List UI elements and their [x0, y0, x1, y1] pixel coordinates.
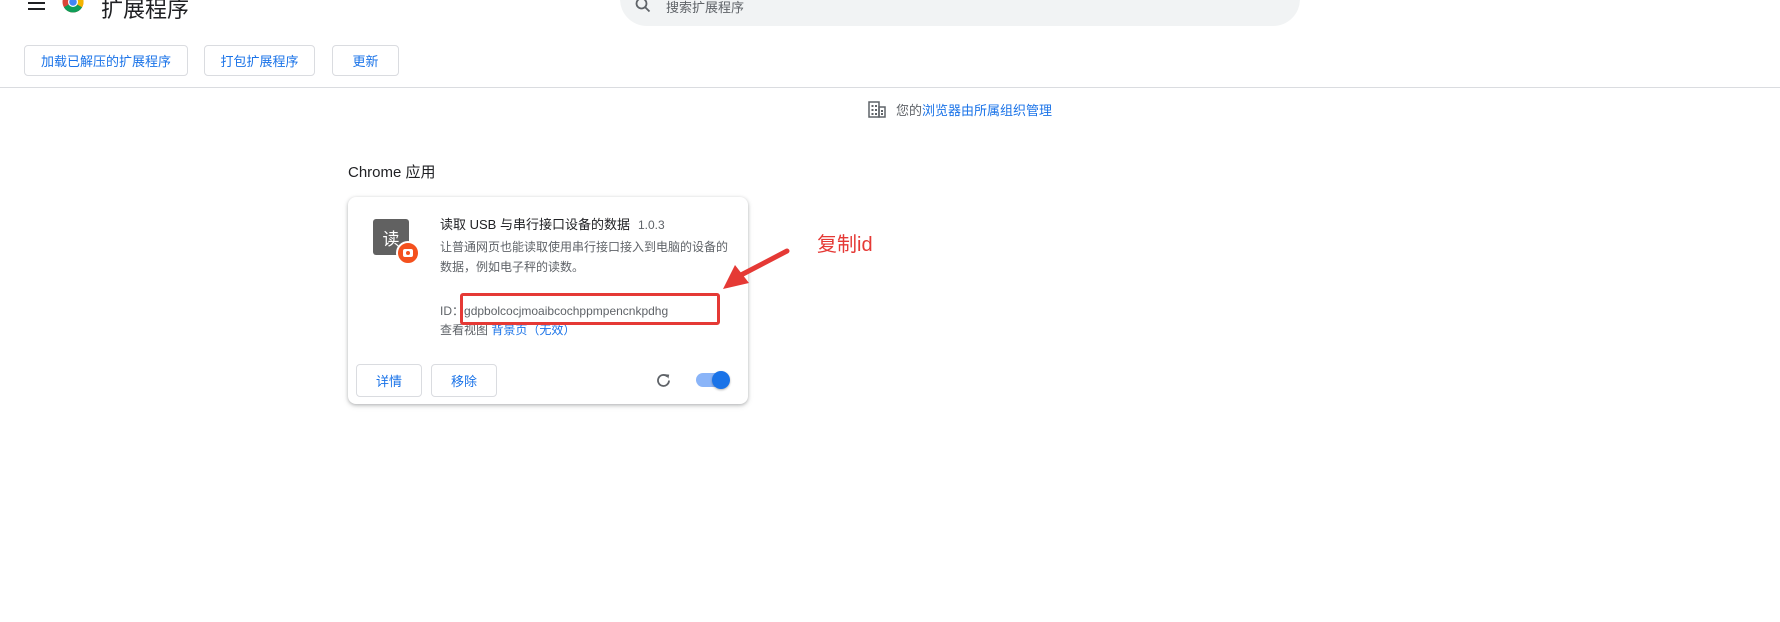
managed-notice: 您的 浏览器由所属组织管理 [868, 100, 1052, 119]
annotation-arrow-icon [723, 248, 790, 289]
chrome-logo-icon [62, 0, 84, 13]
update-button[interactable]: 更新 [332, 45, 399, 76]
search-placeholder: 搜索扩展程序 [666, 0, 745, 15]
enable-toggle[interactable] [696, 371, 730, 389]
header-divider [0, 87, 1780, 88]
page-title: 扩展程序 [101, 0, 190, 22]
reload-icon[interactable] [655, 372, 672, 389]
load-unpacked-button[interactable]: 加载已解压的扩展程序 [24, 45, 188, 76]
search-icon [635, 0, 651, 13]
managed-link[interactable]: 浏览器由所属组织管理 [922, 100, 1052, 119]
managed-prefix: 您的 [896, 103, 923, 118]
pack-extension-button[interactable]: 打包扩展程序 [204, 45, 315, 76]
background-page-link[interactable]: 背景页（无效） [491, 323, 575, 337]
toggle-knob [712, 371, 730, 389]
details-button[interactable]: 详情 [356, 364, 422, 397]
top-bar: 扩展程序 搜索扩展程序 [0, 0, 1780, 30]
section-title: Chrome 应用 [348, 164, 436, 181]
remove-button[interactable]: 移除 [431, 364, 497, 397]
inspect-views-label: 查看视图 [440, 323, 489, 337]
extension-name: 读取 USB 与串行接口设备的数据 [440, 217, 630, 232]
building-icon [868, 101, 886, 118]
search-input[interactable]: 搜索扩展程序 [620, 0, 1300, 26]
app-badge-icon [396, 241, 420, 265]
extension-version: 1.0.3 [637, 218, 665, 232]
extension-description: 让普通网页也能读取使用串行接口接入到电脑的设备的数据，例如电子秤的读数。 [440, 240, 729, 274]
annotation-text: 复制id [817, 234, 873, 256]
extension-name-row: 读取 USB 与串行接口设备的数据 1.0.3 [440, 214, 665, 233]
menu-icon[interactable] [28, 0, 45, 10]
id-highlight-box [460, 293, 720, 325]
